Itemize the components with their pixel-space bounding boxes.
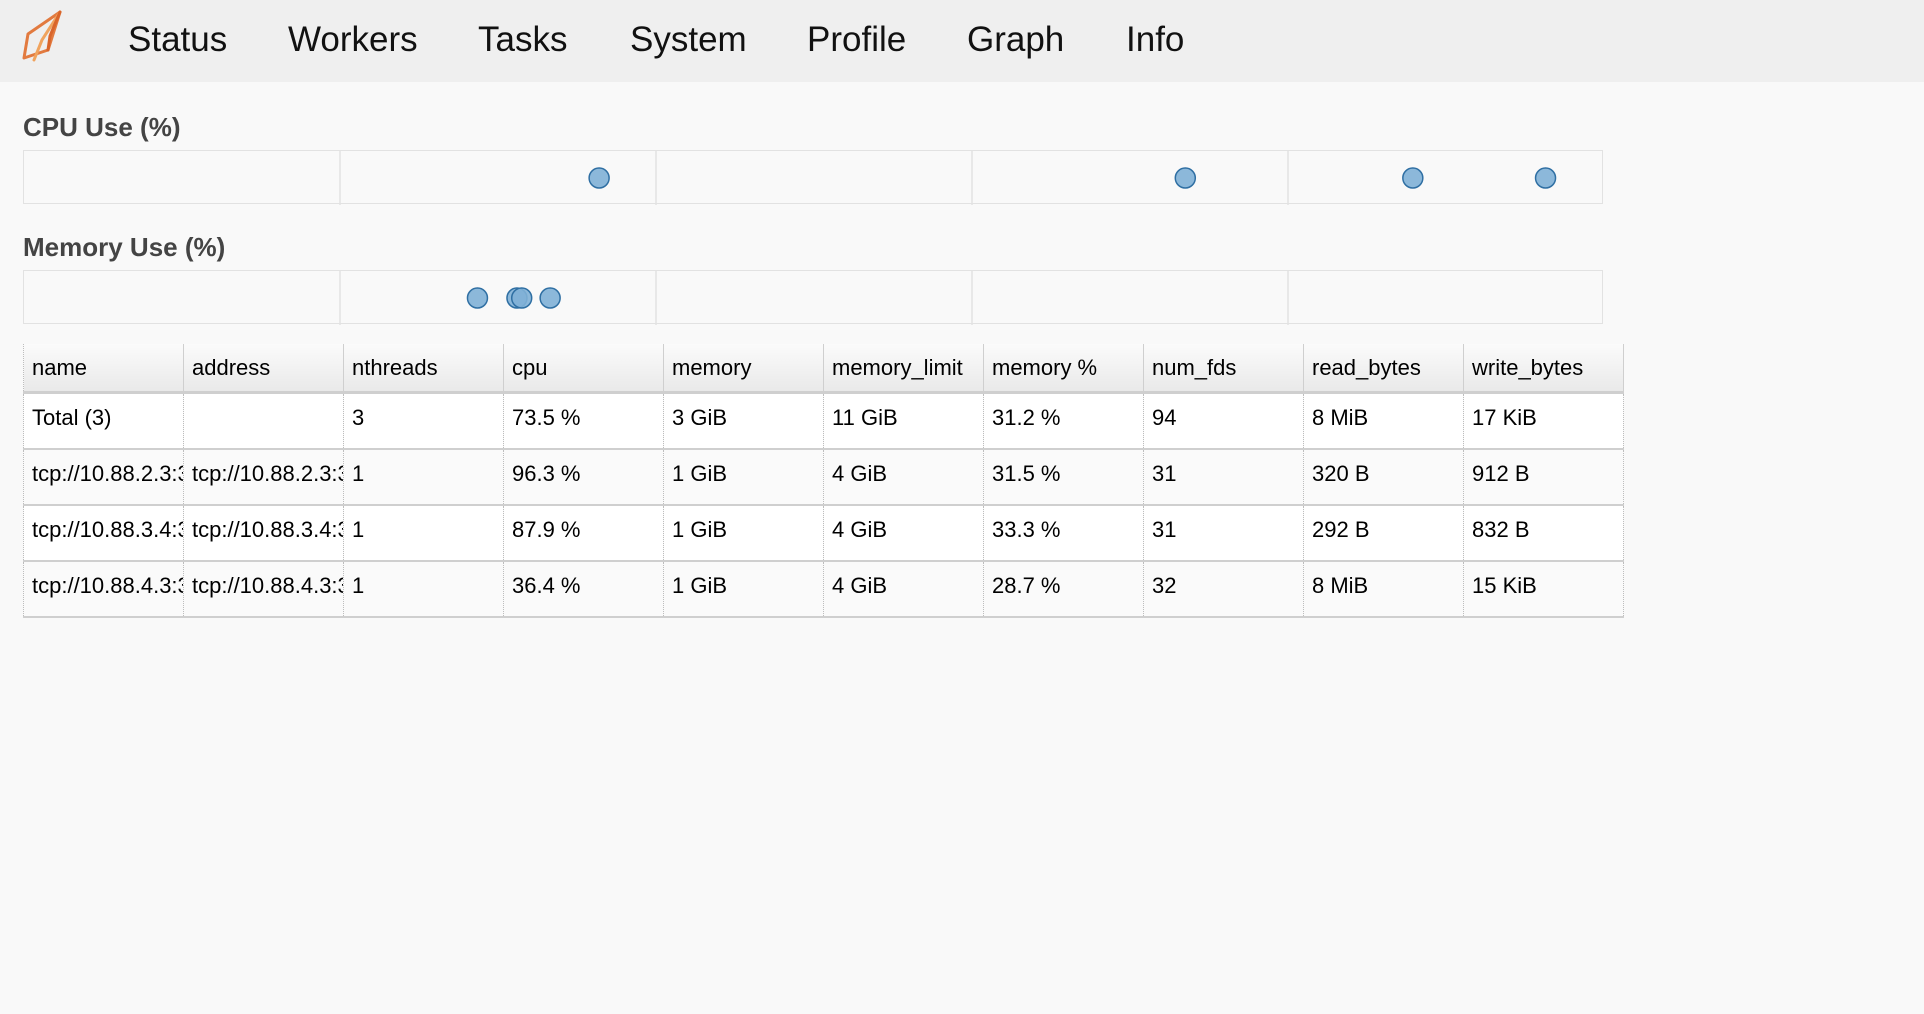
column-header-name[interactable]: name xyxy=(23,344,184,394)
cell-read-bytes: 320 B xyxy=(1303,449,1464,506)
column-header-num-fds[interactable]: num_fds xyxy=(1143,344,1304,394)
memory-use-title: Memory Use (%) xyxy=(23,232,226,262)
nav-workers[interactable]: Workers xyxy=(288,18,418,62)
cell-cpu: 96.3 % xyxy=(503,449,664,506)
workers-table: name address nthreads cpu memory memory_… xyxy=(23,344,1624,618)
cell-num-fds: 94 xyxy=(1143,392,1304,450)
cell-write-bytes: 15 KiB xyxy=(1463,561,1624,618)
cell-num-fds: 32 xyxy=(1143,561,1304,618)
cell-name: tcp://10.88.4.3:3 xyxy=(23,561,184,618)
cell-memory: 1 GiB xyxy=(663,561,824,618)
cell-address: tcp://10.88.2.3:3 xyxy=(183,449,344,506)
cell-num-fds: 31 xyxy=(1143,505,1304,562)
cell-name: tcp://10.88.3.4:3 xyxy=(23,505,184,562)
dask-logo-icon[interactable] xyxy=(20,10,68,64)
cell-memory-limit: 4 GiB xyxy=(823,449,984,506)
cell-write-bytes: 17 KiB xyxy=(1463,392,1624,450)
cpu-use-plot xyxy=(23,150,1603,205)
memory-worker-point[interactable] xyxy=(466,287,489,309)
cell-cpu: 87.9 % xyxy=(503,505,664,562)
nav-profile[interactable]: Profile xyxy=(807,18,906,62)
nav-graph[interactable]: Graph xyxy=(967,18,1064,62)
table-row-total[interactable]: Total (3) 3 73.5 % 3 GiB 11 GiB 31.2 % 9… xyxy=(23,392,1624,450)
column-header-write-bytes[interactable]: write_bytes xyxy=(1463,344,1624,394)
cell-memory: 1 GiB xyxy=(663,505,824,562)
nav-status[interactable]: Status xyxy=(128,18,227,62)
cell-memory-limit: 4 GiB xyxy=(823,505,984,562)
cell-name: Total (3) xyxy=(23,392,184,450)
cell-memory-limit: 4 GiB xyxy=(823,561,984,618)
cell-num-fds: 31 xyxy=(1143,449,1304,506)
cell-write-bytes: 832 B xyxy=(1463,505,1624,562)
table-row[interactable]: tcp://10.88.3.4:3 tcp://10.88.3.4:3 1 87… xyxy=(23,505,1624,562)
cell-cpu: 36.4 % xyxy=(503,561,664,618)
nav-tasks[interactable]: Tasks xyxy=(478,18,567,62)
cell-memory-percent: 31.5 % xyxy=(983,449,1144,506)
nav-info[interactable]: Info xyxy=(1126,18,1184,62)
table-row[interactable]: tcp://10.88.2.3:3 tcp://10.88.2.3:3 1 96… xyxy=(23,449,1624,506)
cell-write-bytes: 912 B xyxy=(1463,449,1624,506)
cell-nthreads: 1 xyxy=(343,505,504,562)
cell-address: tcp://10.88.3.4:3 xyxy=(183,505,344,562)
cpu-worker-point[interactable] xyxy=(588,167,610,189)
cell-nthreads: 1 xyxy=(343,561,504,618)
cell-memory-limit: 11 GiB xyxy=(823,392,984,450)
table-header-row: name address nthreads cpu memory memory_… xyxy=(23,344,1624,394)
cell-nthreads: 1 xyxy=(343,449,504,506)
column-header-memory-percent[interactable]: memory % xyxy=(983,344,1144,394)
memory-use-svg xyxy=(339,271,1289,325)
column-header-memory-limit[interactable]: memory_limit xyxy=(823,344,984,394)
cell-name: tcp://10.88.2.3:3 xyxy=(23,449,184,506)
memory-use-plot xyxy=(23,270,1603,325)
cell-memory: 1 GiB xyxy=(663,449,824,506)
column-header-read-bytes[interactable]: read_bytes xyxy=(1303,344,1464,394)
cell-memory-percent: 28.7 % xyxy=(983,561,1144,618)
cpu-use-title: CPU Use (%) xyxy=(23,112,181,142)
column-header-nthreads[interactable]: nthreads xyxy=(343,344,504,394)
memory-worker-point[interactable] xyxy=(510,287,533,309)
cell-memory: 3 GiB xyxy=(663,392,824,450)
cpu-use-svg xyxy=(339,151,1557,205)
memory-worker-point[interactable] xyxy=(539,287,561,309)
cell-nthreads: 3 xyxy=(343,392,504,450)
nav-system[interactable]: System xyxy=(630,18,747,62)
navbar: Status Workers Tasks System Profile Grap… xyxy=(0,0,1924,82)
cell-address: tcp://10.88.4.3:3 xyxy=(183,561,344,618)
cell-read-bytes: 8 MiB xyxy=(1303,392,1464,450)
column-header-memory[interactable]: memory xyxy=(663,344,824,394)
cell-address xyxy=(183,392,344,450)
cpu-worker-point[interactable] xyxy=(1402,167,1424,189)
cell-memory-percent: 31.2 % xyxy=(983,392,1144,450)
column-header-address[interactable]: address xyxy=(183,344,344,394)
cell-cpu: 73.5 % xyxy=(503,392,664,450)
cpu-worker-point[interactable] xyxy=(1534,167,1557,189)
table-row[interactable]: tcp://10.88.4.3:3 tcp://10.88.4.3:3 1 36… xyxy=(23,561,1624,618)
cell-read-bytes: 8 MiB xyxy=(1303,561,1464,618)
cell-read-bytes: 292 B xyxy=(1303,505,1464,562)
cpu-worker-point[interactable] xyxy=(1174,167,1197,189)
cell-memory-percent: 33.3 % xyxy=(983,505,1144,562)
column-header-cpu[interactable]: cpu xyxy=(503,344,664,394)
